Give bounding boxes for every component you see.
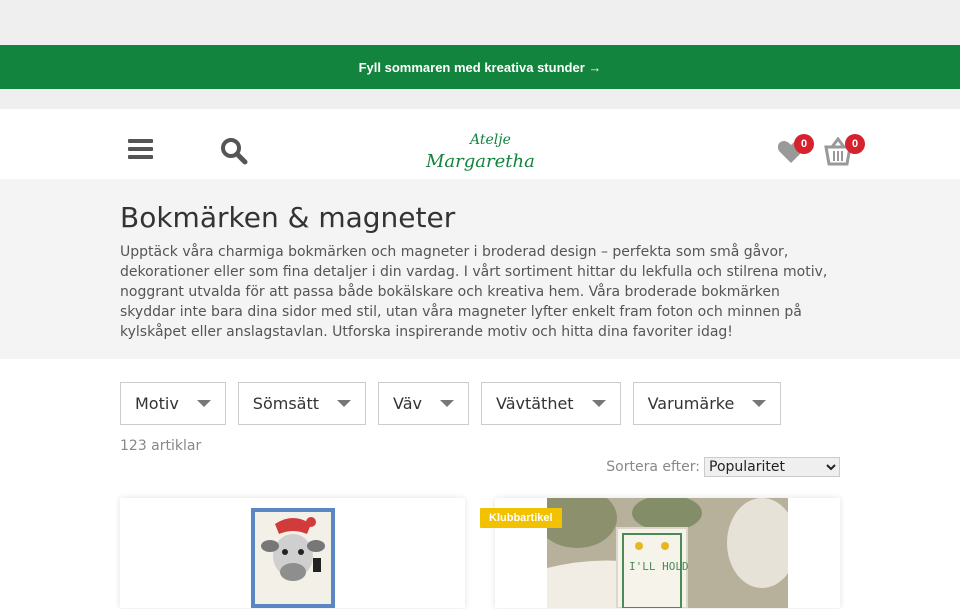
filter-label: Vävtäthet — [495, 394, 574, 413]
filter-somsatt[interactable]: Sömsätt — [237, 382, 366, 425]
chevron-down-icon — [337, 400, 351, 407]
product-image[interactable] — [251, 508, 335, 608]
filter-vavtathet[interactable]: Vävtäthet — [480, 382, 621, 425]
top-bar — [0, 0, 960, 45]
filter-label: Väv — [393, 394, 422, 413]
wishlist-count-badge[interactable]: 0 — [794, 134, 814, 154]
logo-line2: Margaretha — [425, 151, 535, 172]
promo-text[interactable]: Fyll sommaren med kreativa stunder → — [359, 60, 602, 75]
chevron-down-icon — [439, 400, 454, 407]
filter-varumarke[interactable]: Varumärke — [632, 382, 782, 425]
filter-bar: Motiv Sömsätt Väv Vävtäthet Varumärke — [120, 382, 782, 425]
article-count: 123 artiklar — [120, 438, 202, 454]
product-image[interactable]: I'LL HOLD — [547, 498, 788, 608]
product-card[interactable] — [120, 498, 465, 608]
cart-count-badge[interactable]: 0 — [845, 134, 865, 154]
bookmark-text: I'LL HOLD — [629, 560, 689, 573]
filter-label: Motiv — [135, 394, 179, 413]
sort-select[interactable]: Popularitet — [704, 457, 840, 477]
banner-gap — [0, 89, 960, 109]
category-description: Upptäck våra charmiga bokmärken och magn… — [120, 244, 828, 340]
page-title: Bokmärken & magneter — [120, 201, 456, 234]
chevron-down-icon — [752, 400, 767, 407]
filter-label: Varumärke — [647, 394, 735, 413]
sort-control: Sortera efter: Popularitet — [606, 457, 840, 477]
chevron-down-icon — [591, 400, 606, 407]
filter-vav[interactable]: Väv — [378, 382, 469, 425]
chevron-down-icon — [196, 400, 211, 407]
search-icon[interactable] — [220, 137, 248, 165]
club-article-badge: Klubbartikel — [480, 508, 562, 528]
filter-motiv[interactable]: Motiv — [120, 382, 226, 425]
menu-icon[interactable] — [128, 139, 153, 160]
site-header: Atelje Margaretha — [0, 109, 960, 179]
category-intro: Bokmärken & magneter Upptäck våra charmi… — [0, 179, 960, 359]
filter-label: Sömsätt — [252, 394, 319, 413]
promo-banner[interactable]: Fyll sommaren med kreativa stunder → — [0, 45, 960, 89]
site-logo[interactable]: Atelje Margaretha — [420, 127, 540, 173]
sort-label: Sortera efter: — [606, 459, 700, 475]
logo-line1: Atelje — [468, 132, 511, 148]
